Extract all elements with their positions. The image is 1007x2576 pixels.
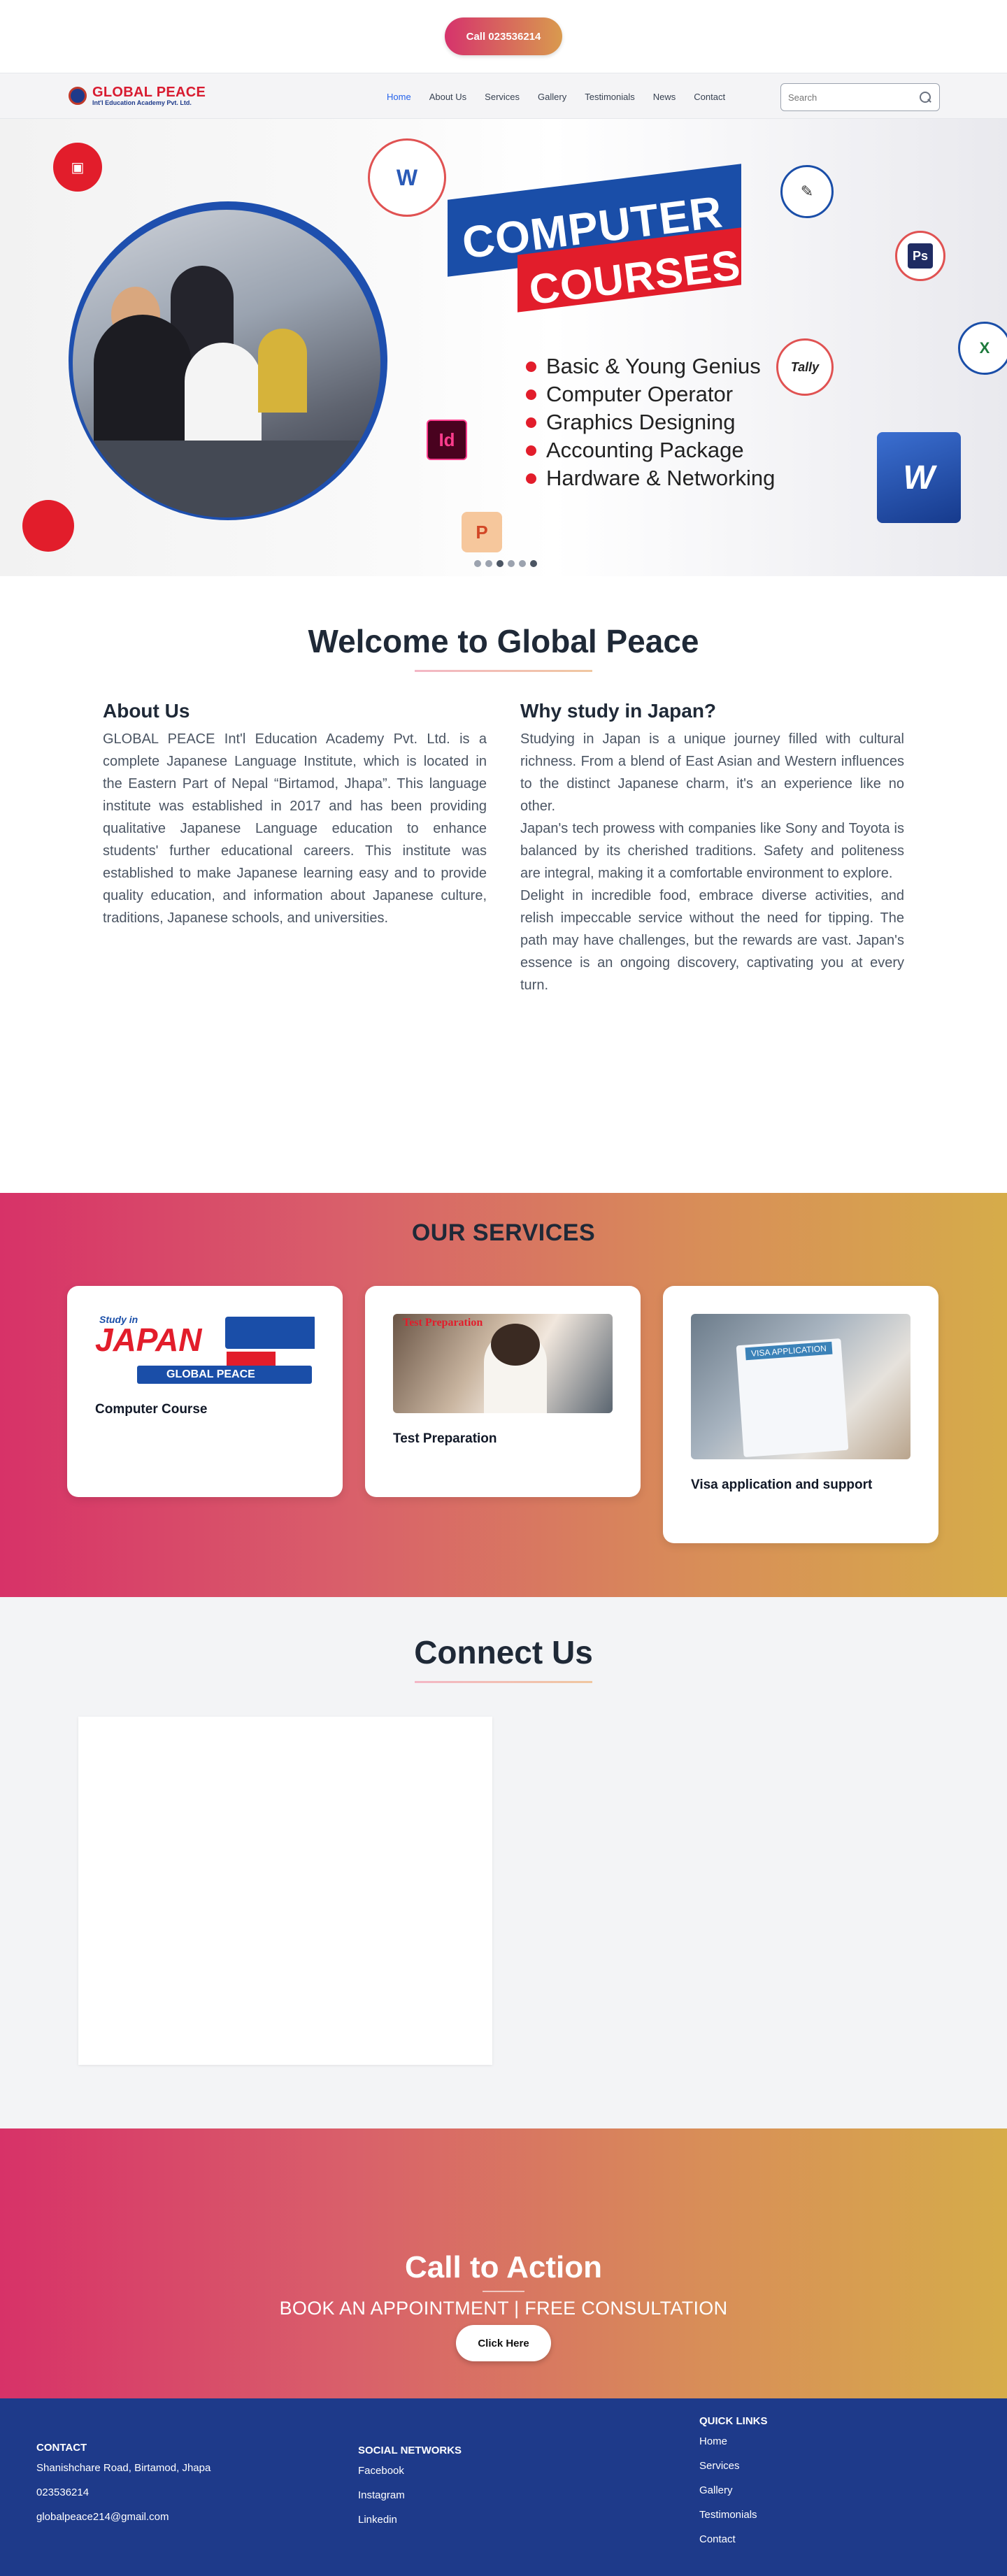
nav-contact[interactable]: Contact bbox=[694, 92, 725, 102]
about-heading: About Us bbox=[103, 700, 190, 722]
footer-link-home[interactable]: Home bbox=[699, 2435, 768, 2447]
call-button[interactable]: Call 023536214 bbox=[445, 17, 562, 55]
nav-about-us[interactable]: About Us bbox=[429, 92, 466, 102]
hero-slider: COMPUTER COURSES Basic & Young Genius Co… bbox=[0, 119, 1007, 576]
japan-heading: Why study in Japan? bbox=[520, 700, 717, 722]
slider-dot[interactable] bbox=[474, 560, 481, 567]
footer-link-contact[interactable]: Contact bbox=[699, 2533, 768, 2545]
footer-heading: SOCIAL NETWORKS bbox=[358, 2445, 462, 2456]
powerpoint-icon: P bbox=[462, 512, 502, 552]
service-title: Visa application and support bbox=[691, 1477, 873, 1492]
nav-testimonials[interactable]: Testimonials bbox=[585, 92, 635, 102]
services-section: OUR SERVICES Study in JAPAN GLOBAL PEACE… bbox=[0, 1193, 1007, 1597]
slider-dot[interactable] bbox=[508, 560, 515, 567]
slider-dot[interactable] bbox=[519, 560, 526, 567]
slider-dot[interactable] bbox=[485, 560, 492, 567]
footer-address: Shanishchare Road, Birtamod, Jhapa bbox=[36, 2462, 211, 2474]
welcome-section: Welcome to Global Peace About Us GLOBAL … bbox=[0, 576, 1007, 1193]
word-large-icon: W bbox=[877, 432, 961, 523]
cta-title: Call to Action bbox=[405, 2250, 602, 2284]
service-image: VISA APPLICATION bbox=[691, 1314, 910, 1459]
footer: CONTACT Shanishchare Road, Birtamod, Jha… bbox=[0, 2398, 1007, 2576]
search-icon[interactable] bbox=[918, 90, 932, 104]
photoshop-icon: Ps bbox=[895, 231, 945, 281]
connect-section: Connect Us bbox=[0, 1597, 1007, 2128]
footer-email: globalpeace214@gmail.com bbox=[36, 2511, 169, 2523]
footer-link-services[interactable]: Services bbox=[699, 2460, 768, 2472]
slider-dot-active[interactable] bbox=[497, 560, 503, 567]
tally-icon: Tally bbox=[776, 338, 834, 396]
search-input[interactable] bbox=[788, 92, 918, 103]
footer-social: SOCIAL NETWORKS Facebook Instagram Linke… bbox=[358, 2445, 462, 2538]
about-column: About Us GLOBAL PEACE Int'l Education Ac… bbox=[103, 700, 487, 996]
logo-title: GLOBAL PEACE bbox=[92, 85, 206, 100]
decor-circle-icon bbox=[22, 500, 74, 552]
course-item: Hardware & Networking bbox=[526, 464, 775, 492]
map-embed[interactable] bbox=[78, 1717, 492, 2065]
cta-subtitle: BOOK AN APPOINTMENT | FREE CONSULTATION bbox=[279, 2298, 728, 2319]
service-card-computer[interactable]: Study in JAPAN GLOBAL PEACE Computer Cou… bbox=[67, 1286, 343, 1497]
footer-heading: QUICK LINKS bbox=[699, 2415, 768, 2427]
nav-services[interactable]: Services bbox=[485, 92, 520, 102]
navbar: GLOBAL PEACE Int'l Education Academy Pvt… bbox=[0, 73, 1007, 119]
slider-dot[interactable] bbox=[530, 560, 537, 567]
connect-title: Connect Us bbox=[414, 1634, 593, 1670]
cta-underline bbox=[483, 2291, 524, 2292]
footer-link-gallery[interactable]: Gallery bbox=[699, 2484, 768, 2496]
title-underline bbox=[415, 670, 592, 672]
japan-paragraph-1: Studying in Japan is a unique journey fi… bbox=[520, 731, 904, 814]
cta-section: Call to Action BOOK AN APPOINTMENT | FRE… bbox=[0, 2128, 1007, 2398]
course-list: Basic & Young Genius Computer Operator G… bbox=[526, 352, 775, 492]
logo[interactable]: GLOBAL PEACE Int'l Education Academy Pvt… bbox=[69, 85, 206, 106]
indesign-icon: Id bbox=[427, 420, 467, 460]
service-image: Test Preparation bbox=[393, 1314, 613, 1413]
footer-link-testimonials[interactable]: Testimonials bbox=[699, 2509, 768, 2521]
word-icon: W bbox=[368, 138, 446, 217]
hero-photo bbox=[69, 201, 387, 520]
search-box bbox=[780, 83, 940, 111]
footer-link-instagram[interactable]: Instagram bbox=[358, 2489, 462, 2501]
course-item: Accounting Package bbox=[526, 436, 775, 464]
main-menu: Home About Us Services Gallery Testimoni… bbox=[387, 73, 743, 120]
service-image: Study in JAPAN GLOBAL PEACE bbox=[95, 1314, 315, 1384]
title-underline bbox=[415, 1681, 592, 1683]
logo-subtitle: Int'l Education Academy Pvt. Ltd. bbox=[92, 99, 192, 106]
japan-column: Why study in Japan? Studying in Japan is… bbox=[520, 700, 904, 996]
slider-dots bbox=[474, 560, 537, 567]
course-item: Basic & Young Genius bbox=[526, 352, 775, 380]
nav-gallery[interactable]: Gallery bbox=[538, 92, 566, 102]
welcome-title: Welcome to Global Peace bbox=[308, 623, 699, 659]
nav-home[interactable]: Home bbox=[387, 92, 411, 102]
course-item: Graphics Designing bbox=[526, 408, 775, 436]
footer-quick-links: QUICK LINKS Home Services Gallery Testim… bbox=[699, 2415, 768, 2558]
top-bar: Call 023536214 bbox=[0, 0, 1007, 73]
nav-news[interactable]: News bbox=[653, 92, 676, 102]
excel-icon: X bbox=[958, 322, 1007, 375]
footer-heading: CONTACT bbox=[36, 2442, 87, 2454]
japan-paragraph-2: Japan's tech prowess with companies like… bbox=[520, 821, 904, 881]
cta-button[interactable]: Click Here bbox=[456, 2325, 551, 2361]
logo-seal-icon bbox=[69, 87, 87, 105]
footer-contact: CONTACT Shanishchare Road, Birtamod, Jha… bbox=[36, 2442, 210, 2535]
service-card-test-prep[interactable]: Test Preparation Test Preparation bbox=[365, 1286, 641, 1497]
service-title: Test Preparation bbox=[393, 1431, 497, 1446]
app-icon: ▣ bbox=[53, 143, 102, 192]
footer-link-linkedin[interactable]: Linkedin bbox=[358, 2514, 462, 2526]
services-title: OUR SERVICES bbox=[411, 1219, 596, 1246]
course-item: Computer Operator bbox=[526, 380, 775, 408]
japan-paragraph-3: Delight in incredible food, embrace dive… bbox=[520, 888, 904, 993]
footer-link-facebook[interactable]: Facebook bbox=[358, 2465, 462, 2477]
footer-phone: 023536214 bbox=[36, 2486, 90, 2498]
coreldraw-icon: ✎ bbox=[780, 165, 834, 218]
service-title: Computer Course bbox=[95, 1402, 208, 1417]
service-card-visa[interactable]: VISA APPLICATION Visa application and su… bbox=[663, 1286, 938, 1543]
about-text: GLOBAL PEACE Int'l Education Academy Pvt… bbox=[103, 731, 487, 926]
